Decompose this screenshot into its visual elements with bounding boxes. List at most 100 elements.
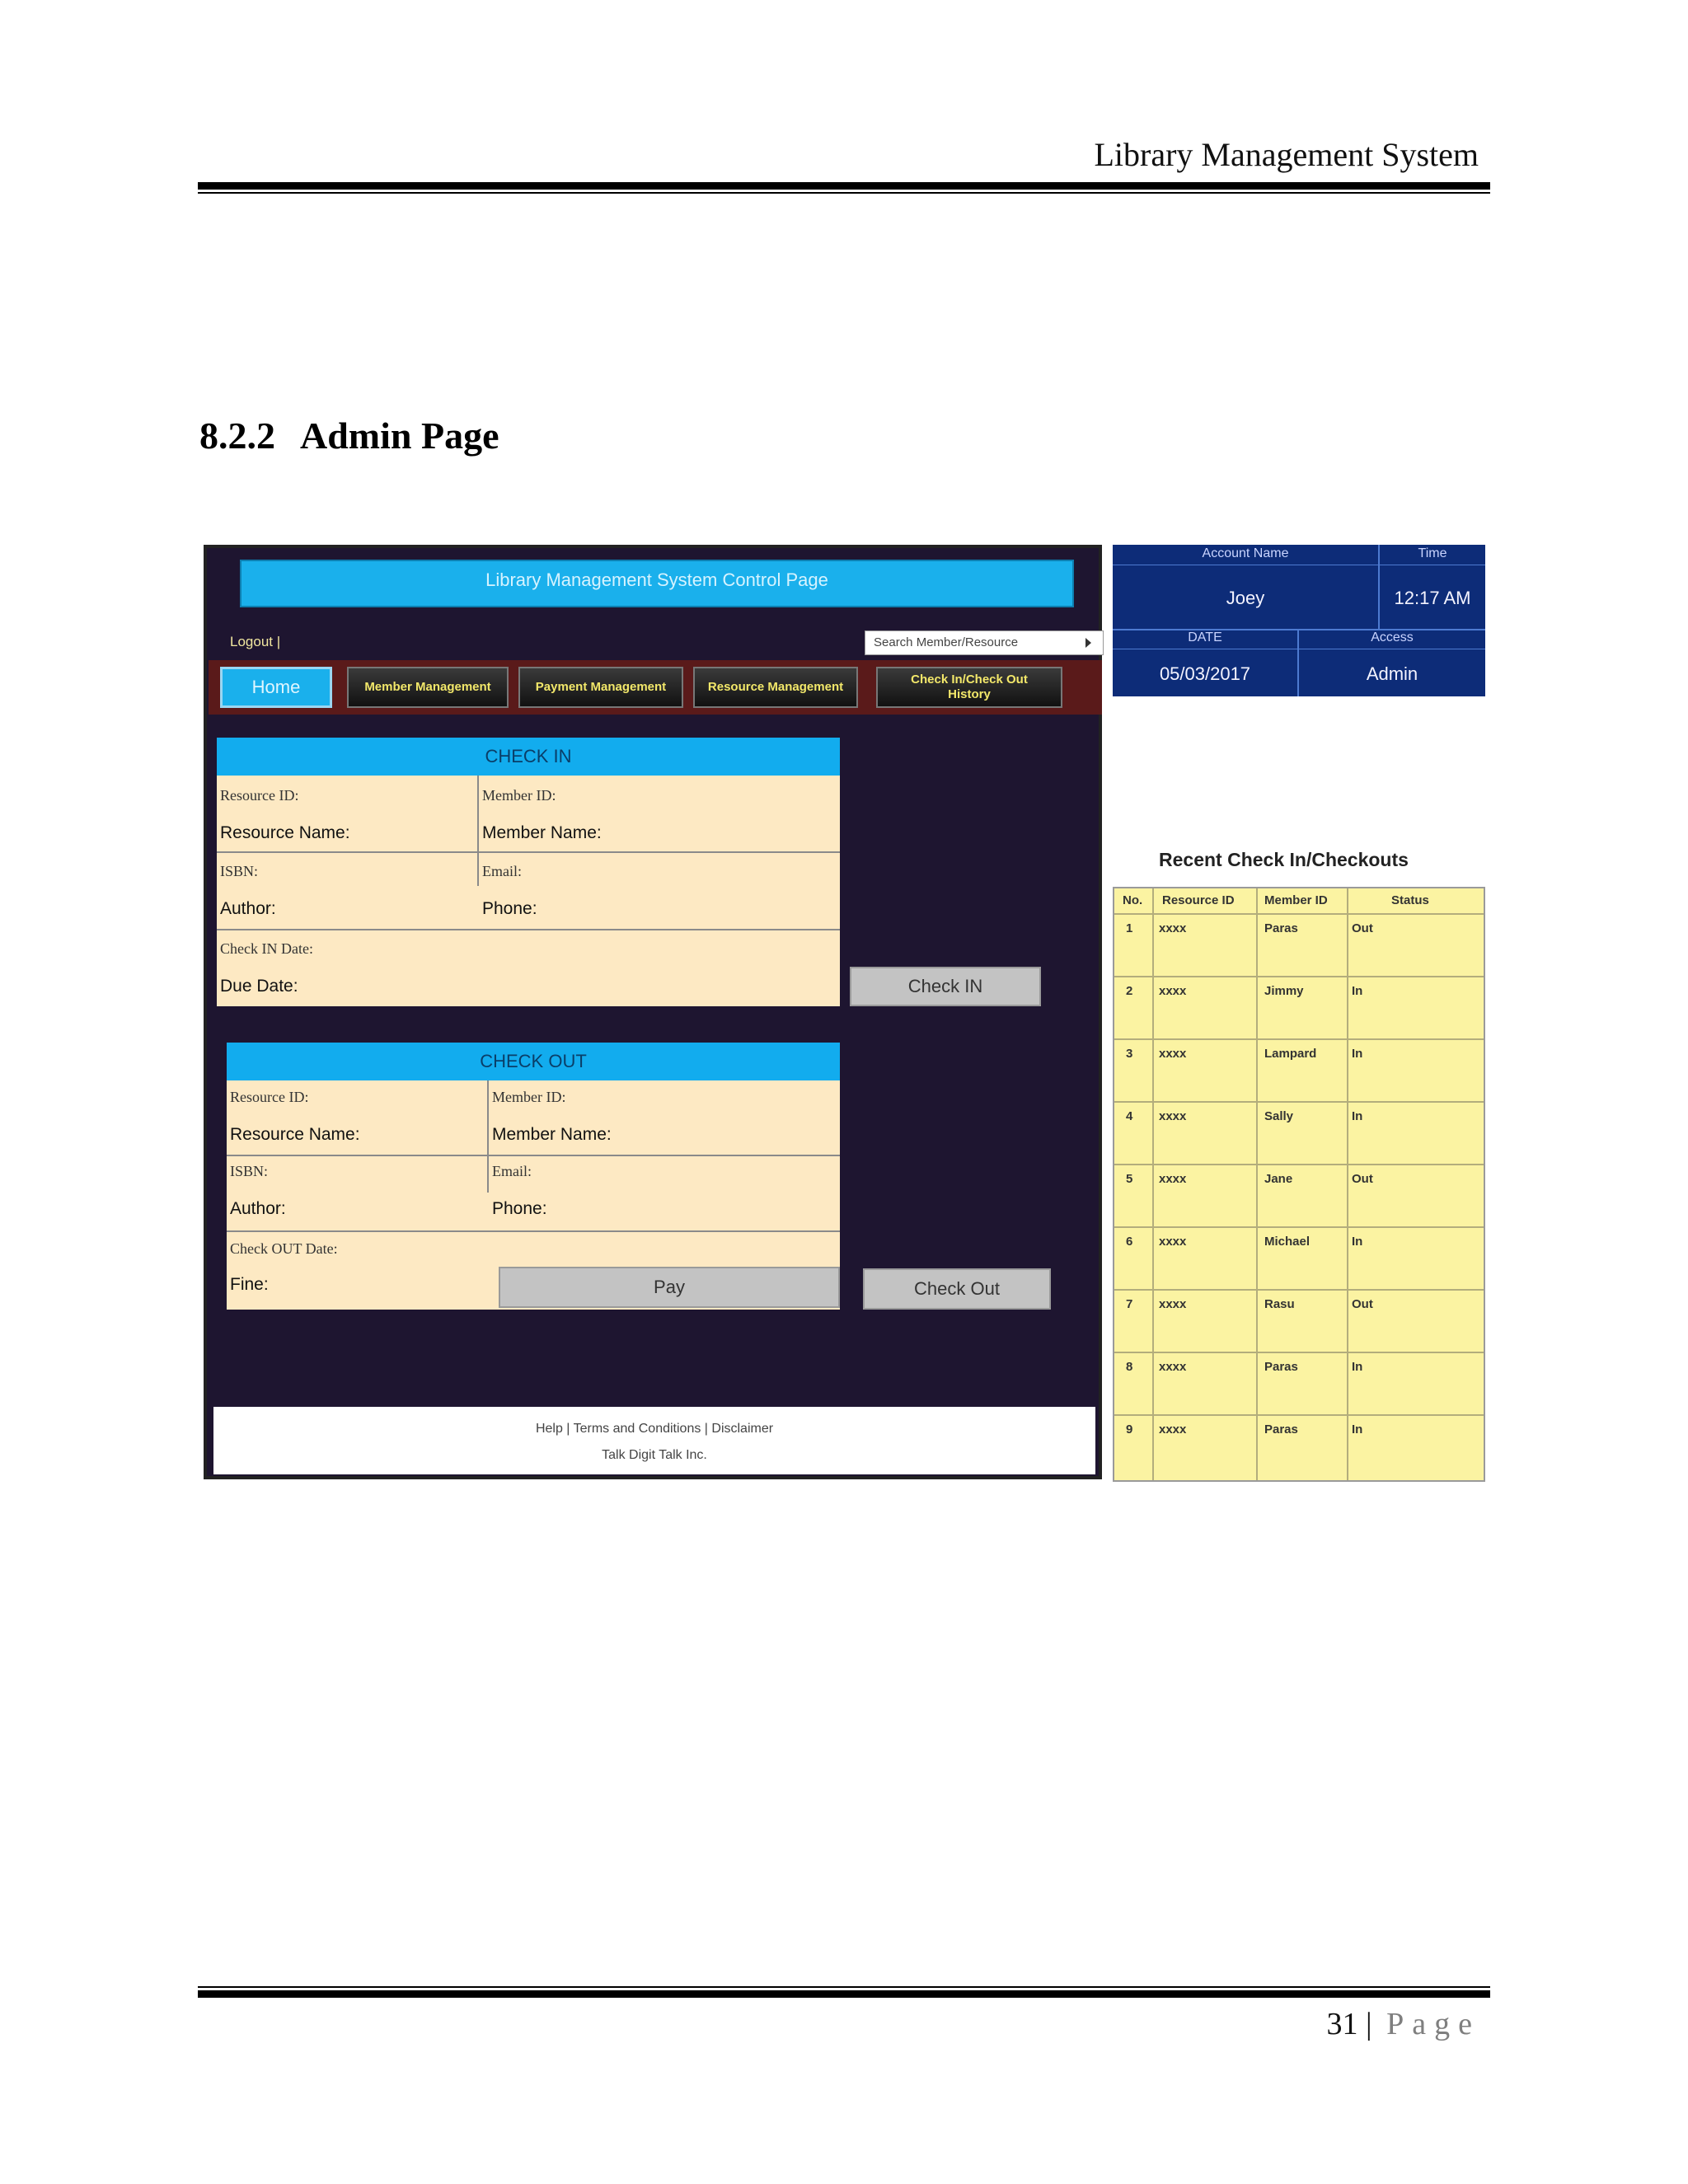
page-word: Page <box>1386 2007 1480 2041</box>
footer-company: Talk Digit Talk Inc. <box>602 1448 707 1462</box>
nav-history-label-line2: History <box>948 687 991 701</box>
page-number: 31 <box>1326 2007 1358 2041</box>
check-in-rule <box>217 851 840 853</box>
row-member-id: Sally <box>1264 1109 1294 1123</box>
check-in-email-label: Email: <box>482 863 522 879</box>
nav-resource-management-button[interactable]: Resource Management <box>693 667 858 708</box>
header-no: No. <box>1123 893 1143 907</box>
date-value: 05/03/2017 <box>1159 663 1251 684</box>
check-out-date-label: Check OUT Date: <box>230 1240 338 1257</box>
app-footer: Help | Terms and Conditions | Disclaimer… <box>213 1407 1095 1474</box>
header-rule <box>198 182 1490 190</box>
check-in-member-id-label: Member ID: <box>482 787 556 804</box>
time-label: Time <box>1418 546 1447 560</box>
row-divider <box>1114 1101 1484 1103</box>
check-in-rule <box>217 929 840 930</box>
row-divider <box>1114 1414 1484 1416</box>
row-resource-id: xxxx <box>1159 1360 1187 1374</box>
page-footer: 31 | Page <box>1327 2006 1480 2042</box>
check-out-resource-id-label: Resource ID: <box>230 1089 309 1105</box>
row-resource-id: xxxx <box>1159 1109 1187 1123</box>
check-out-form: Resource ID: Member ID: Resource Name: M… <box>227 1080 840 1310</box>
row-divider <box>1114 1226 1484 1228</box>
row-no: 1 <box>1126 921 1133 935</box>
check-out-member-name-label: Member Name: <box>492 1125 612 1144</box>
search-arrow-icon[interactable] <box>1085 638 1091 648</box>
check-in-button[interactable]: Check IN <box>850 967 1041 1006</box>
check-in-divider <box>477 776 479 851</box>
row-member-id: Michael <box>1264 1235 1311 1249</box>
header-member-id: Member ID <box>1264 893 1328 907</box>
search-input[interactable]: Search Member/Resource <box>865 630 1104 655</box>
account-info-panel: Account Name Time Joey 12:17 AM DATE Acc… <box>1113 545 1485 696</box>
check-out-rule <box>227 1230 840 1232</box>
nav-member-management-button[interactable]: Member Management <box>347 667 509 708</box>
row-status: Out <box>1352 1172 1373 1186</box>
date-label: DATE <box>1188 630 1222 644</box>
time-value: 12:17 AM <box>1394 588 1471 608</box>
check-in-date-label: Check IN Date: <box>220 940 313 957</box>
nav-home-button[interactable]: Home <box>220 667 332 708</box>
check-in-divider <box>477 853 479 886</box>
recent-checkins-table: No. Resource ID Member ID Status 1 xxxx Pa… <box>1113 887 1485 1482</box>
nav-payment-management-button[interactable]: Payment Management <box>518 667 683 708</box>
check-in-due-date-label: Due Date: <box>220 977 298 996</box>
row-resource-id: xxxx <box>1159 984 1187 998</box>
check-out-heading: CHECK OUT <box>227 1043 840 1080</box>
check-in-form: Resource ID: Member ID: Resource Name: M… <box>217 776 840 1006</box>
check-out-button[interactable]: Check Out <box>863 1268 1051 1310</box>
pay-button[interactable]: Pay <box>499 1267 840 1308</box>
page-separator: | <box>1366 2007 1372 2041</box>
row-member-id: Jimmy <box>1264 984 1304 998</box>
row-divider <box>1114 1038 1484 1040</box>
logout-link[interactable]: Logout | <box>230 634 280 650</box>
check-in-phone-label: Phone: <box>482 899 537 918</box>
access-value: Admin <box>1366 663 1418 684</box>
section-number: 8.2.2 <box>199 415 275 457</box>
row-divider <box>1114 1352 1484 1353</box>
row-status: In <box>1352 1235 1363 1249</box>
row-member-id: Lampard <box>1264 1047 1317 1061</box>
row-no: 7 <box>1126 1297 1133 1311</box>
check-in-author-label: Author: <box>220 899 276 918</box>
row-status: Out <box>1352 1297 1373 1311</box>
row-status: In <box>1352 984 1363 998</box>
check-in-resource-id-label: Resource ID: <box>220 787 299 804</box>
check-out-divider <box>487 1080 489 1155</box>
check-out-divider <box>487 1156 489 1193</box>
row-member-id: Paras <box>1264 1422 1298 1436</box>
check-out-author-label: Author: <box>230 1199 286 1218</box>
check-in-resource-name-label: Resource Name: <box>220 823 350 842</box>
section-title: Admin Page <box>300 415 499 457</box>
row-no: 9 <box>1126 1422 1133 1436</box>
row-member-id: Rasu <box>1264 1297 1295 1311</box>
header-resource-id: Resource ID <box>1162 893 1235 907</box>
check-in-heading: CHECK IN <box>217 738 840 776</box>
document-header-title: Library Management System <box>1094 136 1479 173</box>
row-no: 4 <box>1126 1109 1133 1123</box>
search-placeholder: Search Member/Resource <box>874 635 1019 649</box>
nav-history-button[interactable]: Check In/Check Out History <box>876 667 1062 708</box>
row-no: 2 <box>1126 984 1133 998</box>
account-name-label: Account Name <box>1202 546 1289 560</box>
header-rule-thin <box>198 192 1490 194</box>
row-member-id: Jane <box>1264 1172 1293 1186</box>
app-title-bar: Library Management System Control Page <box>240 560 1074 607</box>
check-out-member-id-label: Member ID: <box>492 1089 566 1105</box>
row-resource-id: xxxx <box>1159 1172 1187 1186</box>
row-resource-id: xxxx <box>1159 921 1187 935</box>
row-resource-id: xxxx <box>1159 1297 1187 1311</box>
check-out-email-label: Email: <box>492 1163 532 1179</box>
footer-rule <box>198 1990 1490 1998</box>
account-name-value: Joey <box>1226 588 1265 608</box>
access-label: Access <box>1371 630 1414 644</box>
row-no: 8 <box>1126 1360 1133 1374</box>
check-out-resource-name-label: Resource Name: <box>230 1125 360 1144</box>
row-member-id: Paras <box>1264 921 1298 935</box>
footer-links[interactable]: Help | Terms and Conditions | Disclaimer <box>213 1422 1095 1436</box>
row-no: 5 <box>1126 1172 1133 1186</box>
check-in-member-name-label: Member Name: <box>482 823 602 842</box>
header-status: Status <box>1391 893 1429 907</box>
check-in-isbn-label: ISBN: <box>220 863 259 879</box>
nav-bar: Home Member Management Payment Managemen… <box>209 660 1102 715</box>
